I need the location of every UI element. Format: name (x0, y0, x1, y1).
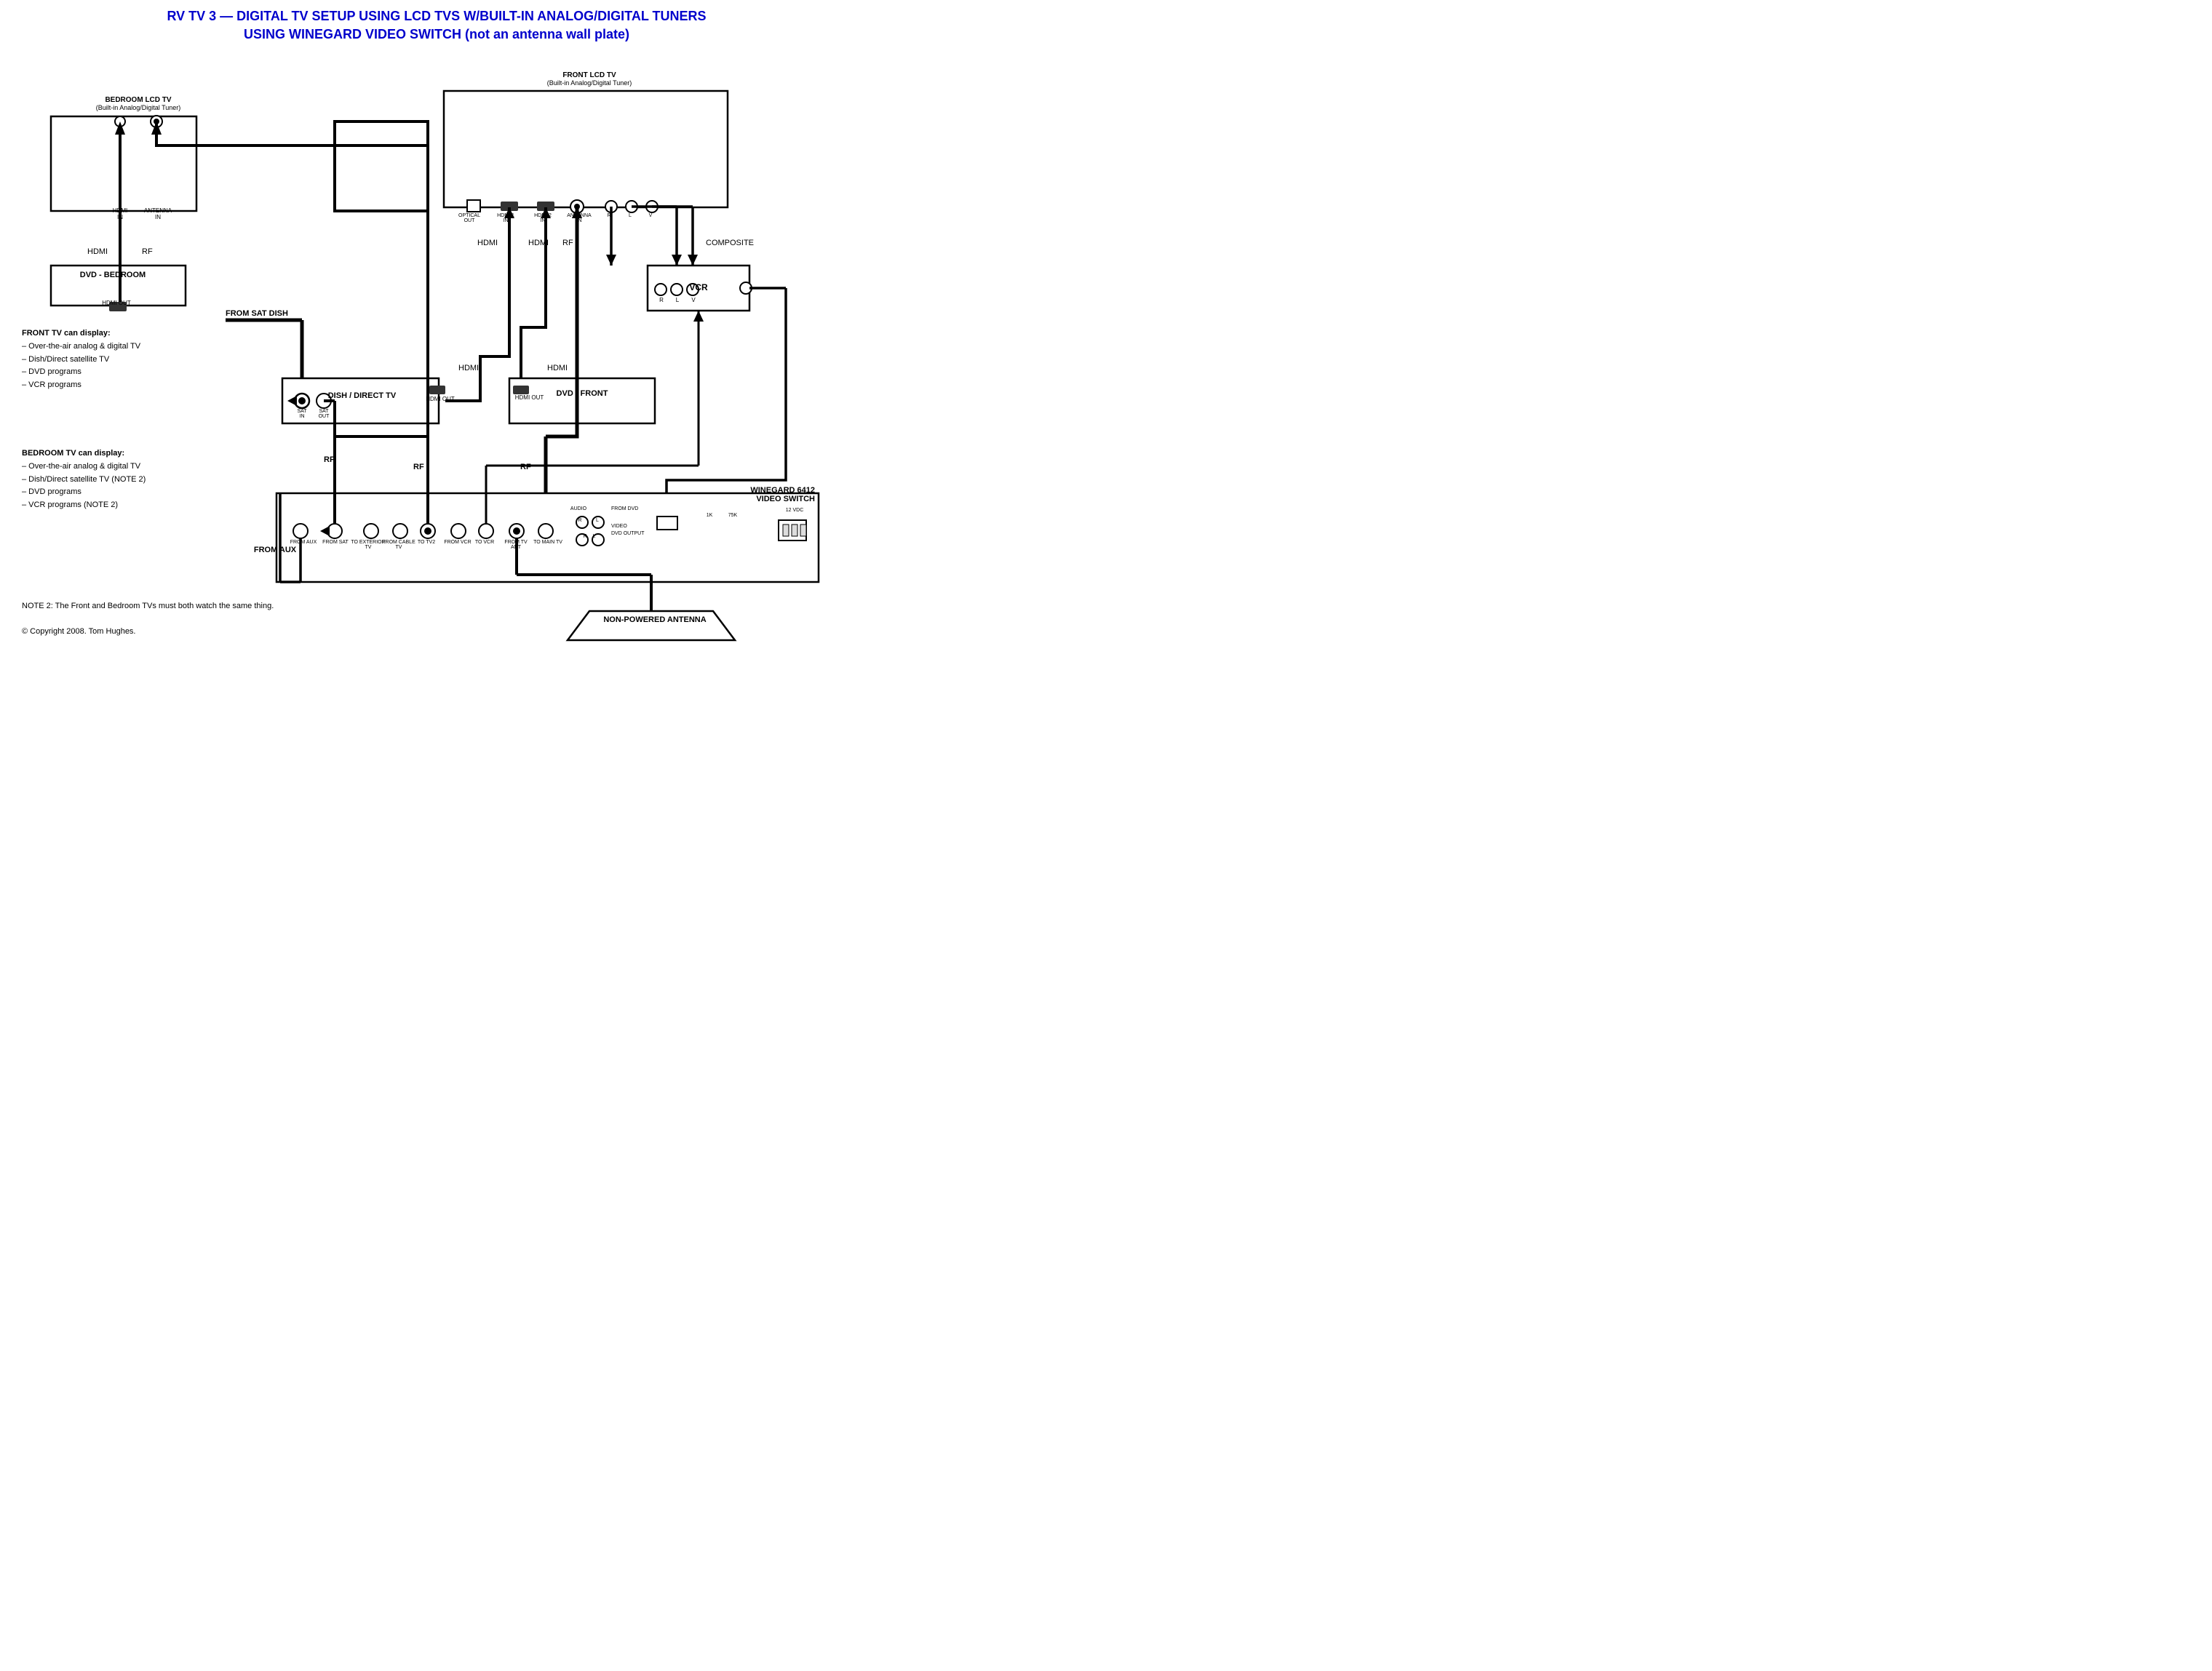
composite-label: COMPOSITE (706, 239, 754, 247)
bedroom-antenna-in-label: ANTENNAIN (143, 207, 172, 220)
dvd-front-hdmiout-label: HDMI OUT (509, 394, 549, 401)
vcr-audio-r-label: R (575, 518, 585, 523)
dvd-bedroom-label: DVD - BEDROOM (65, 271, 160, 279)
video-label: VIDEO (611, 524, 648, 529)
bedroom-tv-title-label: BEDROOM LCD TV (Built-in Analog/Digital … (65, 96, 211, 112)
from-dvd-label: FROM DVD (611, 506, 662, 511)
vcr-l-label: L (672, 297, 683, 303)
bedroom-tv-info: BEDROOM TV can display: – Over-the-air a… (22, 447, 240, 511)
ohm-75k-label: 75K (722, 513, 744, 518)
front-tv-info: FRONT TV can display: – Over-the-air ana… (22, 327, 226, 391)
hdmi-dvdfront-wire-label: HDMI (547, 364, 568, 372)
to-exterior-tv-label: TO EXTERIOR TV (351, 540, 386, 550)
rf-switch-label2: RF (520, 463, 531, 471)
vcr-label: VCR (659, 282, 739, 292)
copyright-text: © Copyright 2008. Tom Hughes. (22, 626, 240, 639)
dish-hdmiout-label: HDMI OUT (422, 396, 458, 402)
front-tv-title-label: FRONT LCD TV (Built-in Analog/Digital Tu… (509, 71, 669, 87)
hdmi-bedroom-wire-label: HDMI (87, 247, 108, 256)
audio-label: AUDIO (566, 506, 591, 511)
hdmi-front1-label: HDMI (477, 239, 498, 247)
ohm-1k-label: 1K (699, 513, 720, 518)
sat-out-label: SATOUT (315, 409, 333, 419)
to-tv2-label: TO TV2 (413, 540, 439, 545)
diagram-area: BEDROOM LCD TV (Built-in Analog/Digital … (15, 51, 859, 647)
sat-in-label: SATIN (293, 409, 311, 419)
optical-out-label: OPTICALOUT (458, 213, 480, 223)
from-aux-label: FROM AUX (289, 540, 318, 545)
dish-directtv-label: DISH / DIRECT TV (284, 391, 440, 400)
vdc-12-label: 12 VDC (773, 508, 816, 513)
winegard-title-label: WINEGARD 6412VIDEO SWITCH (684, 486, 815, 503)
from-vcr-label: FROM VCR (444, 540, 472, 545)
to-main-tv-label: TO MAIN TV (533, 540, 563, 545)
antenna-in-front-label: ANTENNAIN (565, 213, 594, 223)
from-aux-wire-label: FROM AUX (246, 546, 304, 554)
rf-bedroom-label: RF (324, 455, 335, 464)
dvd-bedroom-hdmiout-label: HDMI OUT (87, 300, 146, 306)
v-label: V (645, 213, 656, 218)
hdmi-dish-wire-label: HDMI (458, 364, 479, 372)
vcr-audio-l-label: L (592, 518, 602, 523)
antenna-label: NON-POWERED ANTENNA (589, 615, 720, 624)
hdmi-front2-label: HDMI (528, 239, 549, 247)
vcr-r-label: R (656, 297, 667, 303)
to-vcr-label: TO VCR (472, 540, 498, 545)
dvd-output-label: DVD OUTPUT (611, 531, 662, 536)
vcr-v-label: V (688, 297, 699, 303)
hdmi2-in-label: HDMI 2IN (528, 213, 557, 223)
rf-switch-label1: RF (413, 463, 424, 471)
rf-bedroom-wire-label: RF (142, 247, 153, 256)
page: RV TV 3 — DIGITAL TV SETUP USING LCD TVS… (0, 0, 873, 655)
rf-front-label: RF (562, 239, 573, 247)
l-label: L (625, 213, 635, 218)
from-cable-tv-label: FROM CABLE TV (382, 540, 415, 550)
vcr-audio-rl-label2: R L (568, 534, 611, 539)
from-sat-label: FROM SAT (322, 540, 349, 545)
page-title: RV TV 3 — DIGITAL TV SETUP USING LCD TVS… (15, 7, 859, 44)
note2-text: NOTE 2: The Front and Bedroom TVs must b… (22, 600, 517, 613)
hdmi1-in-label: HDMI 1IN (491, 213, 520, 223)
r-label: R (604, 213, 614, 218)
from-tv-ant-label: FROM TV ANT (499, 540, 533, 550)
from-sat-dish-label: FROM SAT DISH (226, 309, 288, 318)
bedroom-hdmi-in-label: HDMIIN (107, 207, 133, 220)
